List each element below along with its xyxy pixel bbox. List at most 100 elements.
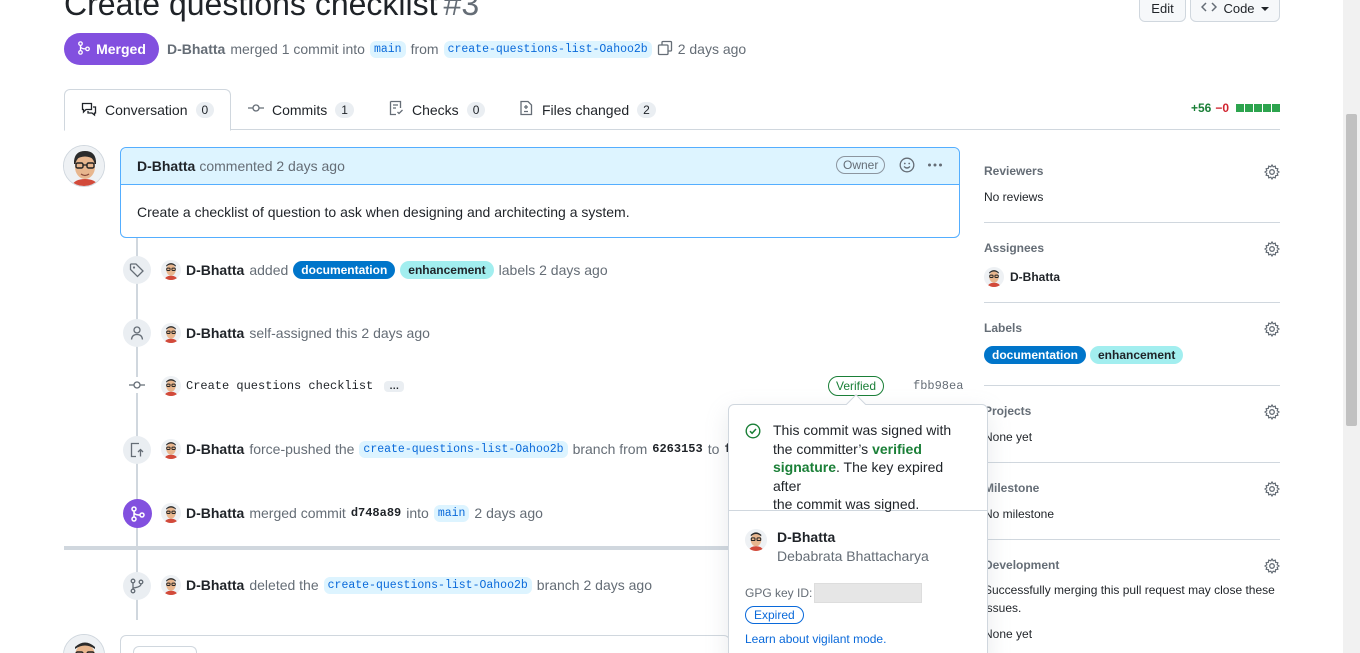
person-icon xyxy=(123,319,151,347)
sidebar-reviewers-title[interactable]: Reviewers xyxy=(984,164,1280,178)
scrollbar[interactable] xyxy=(1343,0,1360,653)
label-documentation[interactable]: documentation xyxy=(984,346,1086,364)
event-actor[interactable]: D-Bhatta xyxy=(186,441,244,457)
merged-status-badge: Merged xyxy=(64,33,159,65)
signer-login[interactable]: D-Bhatta xyxy=(777,529,929,545)
vigilant-mode-link[interactable]: Learn about vigilant mode. xyxy=(745,632,886,646)
sidebar-development-value: Successfully merging this pull request m… xyxy=(984,583,1275,615)
write-tab[interactable] xyxy=(133,646,197,653)
avatar[interactable] xyxy=(161,323,181,343)
label-documentation[interactable]: documentation xyxy=(293,261,396,279)
from-text: from xyxy=(410,41,439,57)
tab-conversation-label: Conversation xyxy=(105,102,188,118)
copy-icon[interactable] xyxy=(657,40,673,59)
tab-checks[interactable]: Checks 0 xyxy=(372,89,501,130)
tab-checks-count: 0 xyxy=(466,101,486,118)
tab-conversation[interactable]: Conversation 0 xyxy=(64,89,231,131)
head-branch[interactable]: create-questions-list-Oahoo2b xyxy=(443,40,652,58)
sidebar-assignee[interactable]: D-Bhatta xyxy=(984,267,1280,287)
avatar[interactable] xyxy=(63,634,105,653)
avatar[interactable] xyxy=(161,575,181,595)
popover-verified-word: verified xyxy=(872,440,922,457)
label-enhancement[interactable]: enhancement xyxy=(1090,346,1184,364)
labels-event: D-Bhatta added documentation enhancement… xyxy=(161,258,608,282)
code-button-label: Code xyxy=(1223,0,1255,16)
merged-text: merged 1 commit into xyxy=(230,41,365,57)
sidebar-reviewers-value: No reviews xyxy=(984,190,1044,204)
avatar[interactable] xyxy=(161,503,181,523)
avatar[interactable] xyxy=(745,529,767,551)
event-verb: merged commit xyxy=(249,505,346,521)
git-merge-icon xyxy=(123,499,152,528)
git-commit-icon xyxy=(129,377,145,393)
gpg-key-redacted xyxy=(814,583,923,603)
commit-sha-link[interactable]: fbb98ea xyxy=(913,379,963,393)
sidebar-development-title[interactable]: Development xyxy=(984,558,1280,572)
pr-description-comment: D-Bhatta commented 2 days ago Owner Crea… xyxy=(120,147,960,238)
git-merge-icon xyxy=(77,40,91,58)
expired-badge: Expired xyxy=(745,606,804,624)
tag-icon xyxy=(123,256,151,284)
avatar[interactable] xyxy=(63,145,105,187)
repo-push-icon xyxy=(123,436,151,464)
commit-message-link[interactable]: Create questions checklist xyxy=(186,379,373,393)
merge-commit-sha[interactable]: d748a89 xyxy=(351,506,401,520)
event-from-text: branch from xyxy=(572,441,648,457)
event-into-text: into xyxy=(406,505,429,521)
event-branch[interactable]: main xyxy=(433,504,470,522)
event-actor[interactable]: D-Bhatta xyxy=(186,325,244,341)
sidebar-milestone-value: No milestone xyxy=(984,507,1055,521)
check-circle-icon xyxy=(745,423,761,444)
gpg-key-label: GPG key ID: xyxy=(745,586,813,600)
gear-icon[interactable] xyxy=(1263,557,1281,577)
event-branch[interactable]: create-questions-list-Oahoo2b xyxy=(359,440,568,458)
git-commit-icon xyxy=(248,100,264,119)
event-from-sha[interactable]: 6263153 xyxy=(652,442,702,456)
smiley-icon[interactable] xyxy=(899,157,915,176)
event-actor[interactable]: D-Bhatta xyxy=(186,505,244,521)
label-enhancement[interactable]: enhancement xyxy=(400,261,494,279)
gear-icon[interactable] xyxy=(1263,403,1281,423)
avatar[interactable] xyxy=(161,260,181,280)
triangle-down-icon xyxy=(1260,1,1269,16)
gear-icon[interactable] xyxy=(1263,480,1281,500)
new-comment-box[interactable] xyxy=(120,635,730,653)
event-actor[interactable]: D-Bhatta xyxy=(186,577,244,593)
kebab-horizontal-icon[interactable] xyxy=(927,157,943,176)
comment-body: Create a checklist of question to ask wh… xyxy=(137,204,630,220)
comment-discussion-icon xyxy=(81,101,97,120)
event-suffix: branch 2 days ago xyxy=(536,577,652,593)
sidebar-projects-title[interactable]: Projects xyxy=(984,404,1280,418)
sidebar-labels-title[interactable]: Labels xyxy=(984,321,1280,335)
tab-commits-count: 1 xyxy=(335,101,354,118)
edit-button[interactable]: Edit xyxy=(1139,0,1186,22)
event-actor[interactable]: D-Bhatta xyxy=(186,262,244,278)
pr-tabs: Conversation 0 Commits 1 Checks 0 Files … xyxy=(64,89,1280,131)
base-branch[interactable]: main xyxy=(369,40,406,58)
edit-button-label: Edit xyxy=(1151,0,1174,16)
tab-files-changed[interactable]: Files changed 2 xyxy=(502,89,672,130)
sidebar-milestone-title[interactable]: Milestone xyxy=(984,481,1280,495)
gear-icon[interactable] xyxy=(1263,320,1281,340)
event-time: 2 days ago xyxy=(474,505,543,521)
avatar[interactable] xyxy=(161,376,181,396)
avatar[interactable] xyxy=(161,439,181,459)
diffstat-additions: +56 xyxy=(1190,101,1212,115)
code-button[interactable]: Code xyxy=(1190,0,1280,22)
gear-icon[interactable] xyxy=(1263,240,1281,260)
event-branch[interactable]: create-questions-list-Oahoo2b xyxy=(323,576,532,594)
scrollbar-thumb[interactable] xyxy=(1346,114,1357,426)
event-verb: force-pushed the xyxy=(249,441,355,457)
popover-message: This commit was signed with the committe… xyxy=(729,405,987,512)
pr-author-link[interactable]: D-Bhatta xyxy=(167,41,225,57)
avatar xyxy=(984,267,1004,287)
sidebar-assignees-title[interactable]: Assignees xyxy=(984,241,1280,255)
comment-author[interactable]: D-Bhatta xyxy=(137,158,195,174)
comment-action[interactable]: commented 2 days ago xyxy=(199,158,345,174)
gear-icon[interactable] xyxy=(1263,163,1281,183)
verified-badge[interactable]: Verified xyxy=(828,376,885,396)
popover-line-2a: the committer’s xyxy=(773,440,869,457)
tab-commits[interactable]: Commits 1 xyxy=(232,89,370,130)
popover-line-1: This commit was signed with xyxy=(773,422,952,438)
commit-expand-button[interactable]: … xyxy=(384,380,405,392)
